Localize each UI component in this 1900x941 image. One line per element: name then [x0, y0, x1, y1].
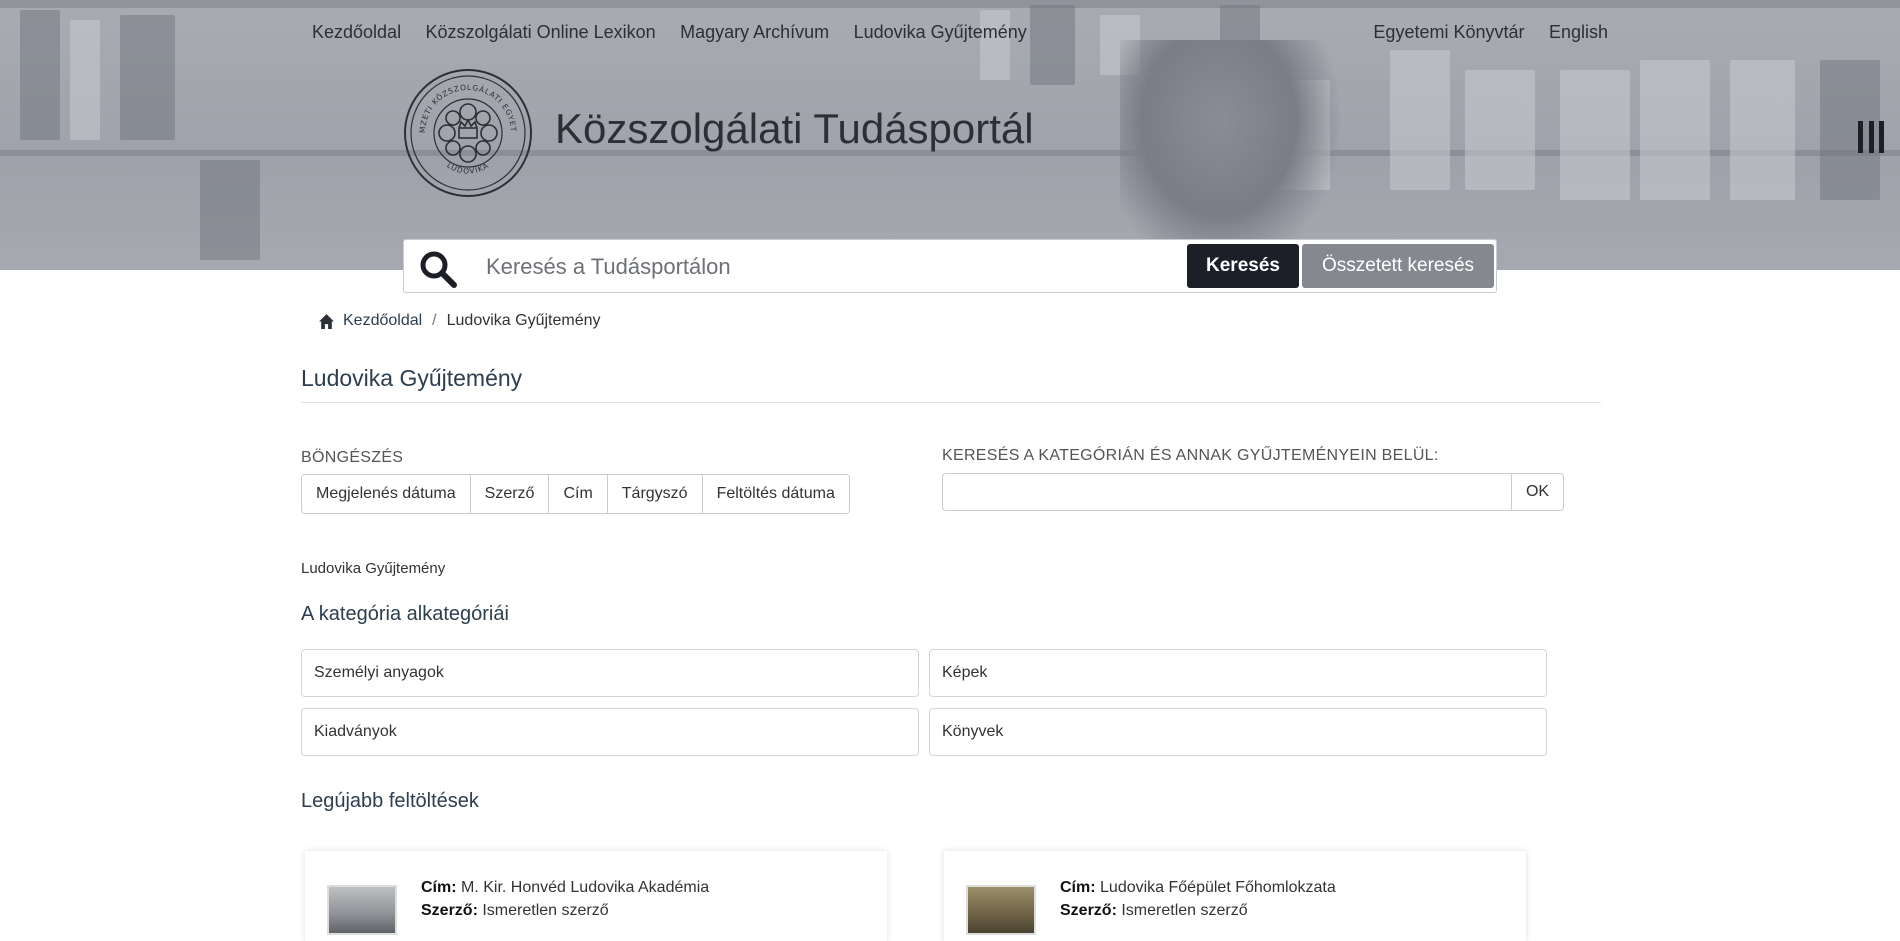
- browse-by-title-button[interactable]: Cím: [549, 475, 608, 513]
- latest-uploads-heading: Legújabb feltöltések: [301, 790, 479, 812]
- subcategory-publications[interactable]: Kiadványok: [301, 708, 919, 756]
- browse-label: BÖNGÉSZÉS: [301, 449, 404, 466]
- scope-search-ok-button[interactable]: OK: [1511, 473, 1564, 511]
- nav-link-english[interactable]: English: [1549, 22, 1608, 42]
- browse-by-author-button[interactable]: Szerző: [470, 475, 550, 513]
- browse-by-subject-button[interactable]: Tárgyszó: [607, 475, 703, 513]
- university-seal-logo[interactable]: NEMZETI KÖZSZOLGÁLATI EGYETEM LUDOVIKA: [403, 68, 533, 198]
- background-photo-person: [1120, 40, 1340, 270]
- breadcrumb: Kezdőoldal / Ludovika Gyűjtemény: [318, 312, 600, 330]
- nav-link-magyary-archive[interactable]: Magyary Archívum: [680, 22, 829, 42]
- home-icon: [319, 313, 334, 329]
- title-divider: [301, 402, 1601, 403]
- item-title[interactable]: Ludovika Főépület Főhomlokzata: [1100, 879, 1336, 896]
- item-title[interactable]: M. Kir. Honvéd Ludovika Akadémia: [461, 879, 709, 896]
- breadcrumb-home-link[interactable]: Kezdőoldal: [343, 312, 422, 330]
- advanced-search-button[interactable]: Összetett keresés: [1302, 244, 1494, 288]
- scope-search-label: KERESÉS A KATEGÓRIÁN ÉS ANNAK GYŰJTEMÉNY…: [942, 447, 1439, 464]
- latest-item-card[interactable]: Cím: Ludovika Főépület Főhomlokzata Szer…: [944, 851, 1526, 941]
- site-title[interactable]: Közszolgálati Tudásportál: [555, 104, 1034, 154]
- nav-link-home[interactable]: Kezdőoldal: [312, 22, 401, 42]
- nav-link-university-library[interactable]: Egyetemi Könyvtár: [1373, 22, 1524, 42]
- subcategory-books[interactable]: Könyvek: [929, 708, 1547, 756]
- logo-text-bottom: LUDOVIKA: [445, 161, 489, 176]
- item-thumbnail[interactable]: [966, 885, 1036, 935]
- breadcrumb-separator: /: [432, 312, 437, 329]
- subcategories-heading: A kategória alkategóriái: [301, 603, 509, 625]
- scope-search-input[interactable]: [942, 473, 1512, 511]
- search-icon: [420, 251, 457, 288]
- item-thumbnail[interactable]: [327, 885, 397, 935]
- item-author-line: Szerző: Ismeretlen szerző: [421, 902, 609, 920]
- breadcrumb-current: Ludovika Gyűjtemény: [446, 312, 601, 329]
- search-input[interactable]: [484, 245, 1178, 289]
- top-nav-right: Egyetemi Könyvtár English: [1353, 20, 1608, 44]
- item-title-label: Cím:: [421, 879, 457, 896]
- search-bar: Keresés Összetett keresés: [403, 239, 1497, 293]
- item-author: Ismeretlen szerző: [1121, 902, 1248, 919]
- nav-link-ludovika-collection[interactable]: Ludovika Gyűjtemény: [854, 22, 1027, 42]
- search-submit-button[interactable]: Keresés: [1187, 244, 1299, 288]
- browse-button-group: Megjelenés dátuma Szerző Cím Tárgyszó Fe…: [301, 474, 850, 514]
- item-title-label: Cím:: [1060, 879, 1096, 896]
- item-author-label: Szerző:: [1060, 902, 1117, 919]
- collection-name[interactable]: Ludovika Gyűjtemény: [301, 560, 445, 577]
- latest-item-card[interactable]: Cím: M. Kir. Honvéd Ludovika Akadémia Sz…: [305, 851, 887, 941]
- subcategory-images[interactable]: Képek: [929, 649, 1547, 697]
- item-author-label: Szerző:: [421, 902, 478, 919]
- top-nav-left: Kezdőoldal Közszolgálati Online Lexikon …: [312, 20, 1047, 44]
- item-title-line: Cím: M. Kir. Honvéd Ludovika Akadémia: [421, 879, 709, 897]
- item-author: Ismeretlen szerző: [482, 902, 609, 919]
- subcategory-personal-materials[interactable]: Személyi anyagok: [301, 649, 919, 697]
- item-author-line: Szerző: Ismeretlen szerző: [1060, 902, 1248, 920]
- page-title: Ludovika Gyűjtemény: [301, 365, 523, 391]
- browse-by-date-issued-button[interactable]: Megjelenés dátuma: [302, 475, 471, 513]
- hamburger-menu-icon[interactable]: [1858, 121, 1884, 153]
- item-title-line: Cím: Ludovika Főépület Főhomlokzata: [1060, 879, 1336, 897]
- browse-by-date-uploaded-button[interactable]: Feltöltés dátuma: [702, 475, 849, 513]
- svg-text:LUDOVIKA: LUDOVIKA: [445, 161, 490, 176]
- nav-link-lexicon[interactable]: Közszolgálati Online Lexikon: [426, 22, 656, 42]
